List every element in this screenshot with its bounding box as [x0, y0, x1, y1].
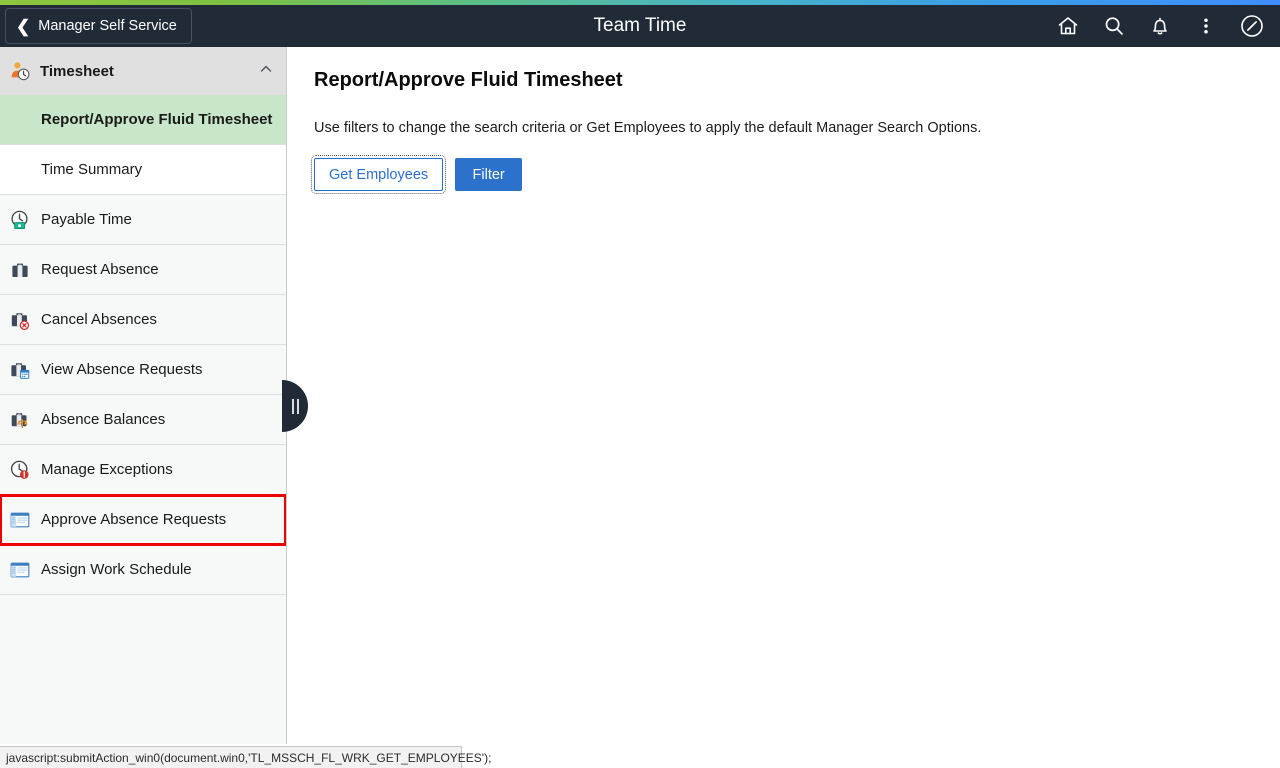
main-panel: Report/Approve Fluid Timesheet Use filte…	[288, 47, 1280, 744]
briefcase-calendar-icon	[9, 359, 31, 381]
filter-button[interactable]: Filter	[455, 158, 523, 191]
sidebar-item-label: Request Absence	[41, 261, 159, 278]
chevron-left-icon: ❮	[16, 16, 31, 36]
sidebar-empty-space	[0, 595, 286, 695]
back-button-label: Manager Self Service	[38, 18, 177, 34]
sidebar-item-label: View Absence Requests	[41, 361, 203, 378]
window-page-icon	[9, 509, 31, 531]
sidebar-item-label: Absence Balances	[41, 411, 166, 428]
sidebar-item-assign-work-schedule[interactable]: Assign Work Schedule	[0, 545, 286, 595]
back-to-manager-self-service-button[interactable]: ❮ Manager Self Service	[5, 8, 192, 44]
briefcase-balance-icon	[9, 409, 31, 431]
sidebar-item-label: Time Summary	[41, 161, 143, 178]
chevron-up-icon	[258, 61, 274, 82]
home-icon[interactable]	[1048, 6, 1088, 46]
sidebar-item-report-approve-fluid-timesheet[interactable]: Report/Approve Fluid Timesheet	[0, 95, 286, 145]
status-bar-text: javascript:submitAction_win0(document.wi…	[6, 750, 492, 765]
sidebar-item-time-summary[interactable]: Time Summary	[0, 145, 286, 195]
search-icon[interactable]	[1094, 6, 1134, 46]
sidebar-item-view-absence-requests[interactable]: View Absence Requests	[0, 345, 286, 395]
clock-money-icon	[9, 209, 31, 231]
sidebar-group-label: Timesheet	[40, 62, 114, 80]
header-actions	[1048, 6, 1280, 46]
get-employees-button[interactable]: Get Employees	[310, 155, 447, 194]
pause-bars-icon	[296, 398, 299, 414]
browser-status-bar: javascript:submitAction_win0(document.wi…	[0, 746, 491, 768]
navbar-compass-icon[interactable]	[1232, 6, 1272, 46]
content-area: Timesheet Report/Approve Fluid Timesheet…	[0, 47, 1280, 744]
window-page-icon	[9, 559, 31, 581]
sidebar-item-label: Payable Time	[41, 211, 132, 228]
action-button-row: Get Employees Filter	[310, 155, 1260, 194]
sidebar-item-label: Approve Absence Requests	[41, 511, 227, 528]
sidebar-item-approve-absence-requests[interactable]: Approve Absence Requests	[0, 494, 286, 546]
sidebar-item-label: Report/Approve Fluid Timesheet	[41, 111, 273, 128]
bell-icon[interactable]	[1140, 6, 1180, 46]
clock-alert-icon	[9, 459, 31, 481]
pause-bars-icon	[291, 398, 294, 414]
briefcase-icon	[9, 259, 31, 281]
sidebar-item-payable-time[interactable]: Payable Time	[0, 195, 286, 245]
app-header: ❮ Manager Self Service Team Time	[0, 5, 1280, 47]
sidebar-item-label: Manage Exceptions	[41, 461, 173, 478]
sidebar-item-manage-exceptions[interactable]: Manage Exceptions	[0, 445, 286, 495]
sidebar-item-cancel-absences[interactable]: Cancel Absences	[0, 295, 286, 345]
page-title: Report/Approve Fluid Timesheet	[314, 69, 623, 91]
briefcase-cancel-icon	[9, 309, 31, 331]
person-clock-icon	[9, 60, 31, 82]
sidebar-group-timesheet[interactable]: Timesheet	[0, 47, 286, 95]
sidebar-item-absence-balances[interactable]: Absence Balances	[0, 395, 286, 445]
instruction-text: Use filters to change the search criteri…	[314, 120, 982, 136]
sidebar-item-label: Cancel Absences	[41, 311, 157, 328]
sidebar-navigation: Timesheet Report/Approve Fluid Timesheet…	[0, 47, 287, 744]
sidebar-item-request-absence[interactable]: Request Absence	[0, 245, 286, 295]
sidebar-item-label: Assign Work Schedule	[41, 561, 192, 578]
kebab-menu-icon[interactable]	[1186, 6, 1226, 46]
